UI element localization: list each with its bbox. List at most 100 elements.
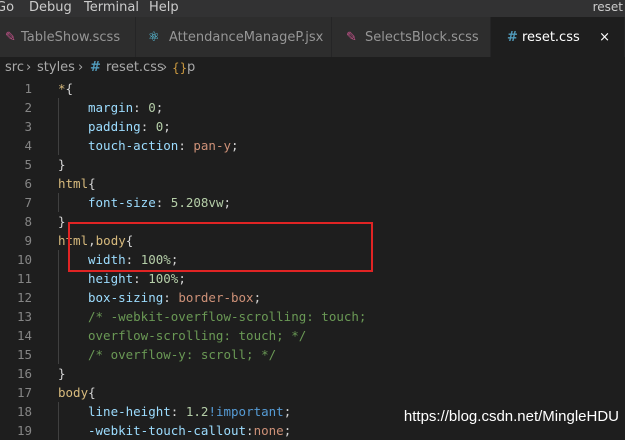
line-number: 9 xyxy=(24,233,32,248)
code-token: : xyxy=(140,119,156,134)
code-token: touch-action xyxy=(88,138,179,153)
code-token: padding xyxy=(88,119,141,134)
line-number: 8 xyxy=(24,214,32,229)
code-token: margin xyxy=(88,100,134,115)
code-token: ; xyxy=(178,271,186,286)
code-token: 100% xyxy=(148,271,179,286)
code-text: margin: 0; xyxy=(58,98,164,117)
code-line[interactable]: 13 /* -webkit-overflow-scrolling: touch; xyxy=(0,307,625,326)
line-number: 11 xyxy=(16,271,32,286)
code-line[interactable]: 3 padding: 0; xyxy=(0,117,625,136)
line-number: 6 xyxy=(24,176,32,191)
code-line[interactable]: 17 body{ xyxy=(0,383,625,402)
code-text: -webkit-touch-callout:none; xyxy=(58,421,291,440)
line-number: 15 xyxy=(16,347,32,362)
menu-terminal[interactable]: Terminal xyxy=(84,0,139,15)
indent-guide xyxy=(58,345,59,364)
chevron-right-icon: › xyxy=(162,60,168,75)
code-text: overflow-scrolling: touch; */ xyxy=(58,326,306,345)
code-token: html xyxy=(58,176,89,191)
indent-guide xyxy=(58,307,59,326)
indent-guide xyxy=(58,193,59,212)
code-token: : xyxy=(170,404,186,419)
code-token: } xyxy=(58,157,66,172)
chevron-right-icon: › xyxy=(78,60,84,75)
breadcrumb-item-src[interactable]: src xyxy=(5,57,24,79)
code-token: ; xyxy=(155,100,164,115)
tab-label: TableShow.scss xyxy=(21,30,121,45)
code-token: } xyxy=(58,366,66,381)
code-token: /* overflow-y: scroll; */ xyxy=(88,347,277,362)
line-number: 13 xyxy=(16,309,32,324)
code-line[interactable]: 5} xyxy=(0,155,625,174)
line-number: 10 xyxy=(16,252,32,267)
code-text: body{ xyxy=(58,383,96,402)
code-text: } xyxy=(58,212,66,231)
code-token: ; xyxy=(283,404,292,419)
breadcrumb-item-styles[interactable]: styles xyxy=(37,57,75,79)
menu-go[interactable]: Go xyxy=(0,0,14,15)
code-line[interactable]: 6 html{ xyxy=(0,174,625,193)
line-number: 4 xyxy=(24,138,32,153)
code-text: html{ xyxy=(58,174,96,193)
code-token: } xyxy=(58,214,66,229)
tab-reset-css[interactable]: # reset.css × xyxy=(491,17,625,57)
tab-attendancemanagep-jsx[interactable]: ⚛ AttendanceManageP.jsx xyxy=(136,17,332,57)
tab-label: AttendanceManageP.jsx xyxy=(169,30,324,45)
code-line[interactable]: 16} xyxy=(0,364,625,383)
code-token: { xyxy=(88,176,96,191)
line-number: 5 xyxy=(24,157,32,172)
menu-help[interactable]: Help xyxy=(149,0,179,15)
breadcrumb-item-symbol[interactable]: p xyxy=(187,57,195,79)
code-text: } xyxy=(58,364,66,383)
code-token: 5.208vw xyxy=(170,195,224,210)
tab-label: reset.css xyxy=(522,30,580,45)
indent-guide xyxy=(58,136,59,155)
tab-bar: ✎ TableShow.scss ⚛ AttendanceManageP.jsx… xyxy=(0,17,625,57)
tab-selectsblock-scss[interactable]: ✎ SelectsBlock.scss xyxy=(332,17,491,57)
css-hash-icon: # xyxy=(90,60,101,75)
code-token: box-sizing xyxy=(88,290,164,305)
react-icon: ⚛ xyxy=(148,30,160,45)
code-line[interactable]: 14 overflow-scrolling: touch; */ xyxy=(0,326,625,345)
window-title: reset xyxy=(592,0,623,14)
code-text: *{ xyxy=(58,79,73,98)
line-number: 2 xyxy=(24,100,32,115)
breadcrumb: src › styles › # reset.css › {} p xyxy=(0,57,625,79)
indent-guide xyxy=(58,250,59,269)
indent-guide xyxy=(58,326,59,345)
line-number: 14 xyxy=(16,328,32,343)
line-number: 16 xyxy=(16,366,32,381)
breadcrumb-item-file[interactable]: reset.css xyxy=(106,57,164,79)
code-text: touch-action: pan-y; xyxy=(58,136,239,155)
code-line[interactable]: 15 /* overflow-y: scroll; */ xyxy=(0,345,625,364)
code-token: : xyxy=(133,271,149,286)
css-hash-icon: # xyxy=(507,30,518,45)
code-line[interactable]: 2 margin: 0; xyxy=(0,98,625,117)
line-number: 7 xyxy=(24,195,32,210)
code-text: /* -webkit-overflow-scrolling: touch; xyxy=(58,307,367,326)
line-number: 1 xyxy=(24,81,32,96)
code-token: : xyxy=(178,138,194,153)
code-token: ; xyxy=(231,138,239,153)
code-token: ; xyxy=(223,195,232,210)
menu-debug[interactable]: Debug xyxy=(29,0,72,15)
menu-bar: Go Debug Terminal Help reset xyxy=(0,0,625,17)
code-line[interactable]: 7 font-size: 5.208vw; xyxy=(0,193,625,212)
code-token: { xyxy=(65,81,74,96)
line-number: 12 xyxy=(16,290,32,305)
symbol-selector-icon: {} xyxy=(172,61,188,75)
code-token: line-height xyxy=(88,404,171,419)
code-token: : xyxy=(133,100,149,115)
code-token: 1.2 xyxy=(185,404,209,419)
code-line[interactable]: 1 *{ xyxy=(0,79,625,98)
code-token: ; xyxy=(253,290,262,305)
code-token: /* -webkit-overflow-scrolling: touch; xyxy=(88,309,367,324)
tab-tableshow-scss[interactable]: ✎ TableShow.scss xyxy=(0,17,136,57)
indent-guide xyxy=(58,402,59,421)
code-line[interactable]: 4 touch-action: pan-y; xyxy=(0,136,625,155)
line-number: 17 xyxy=(16,385,32,400)
close-icon[interactable]: × xyxy=(599,17,610,59)
code-line[interactable]: 12 box-sizing: border-box; xyxy=(0,288,625,307)
code-token: { xyxy=(88,385,96,400)
